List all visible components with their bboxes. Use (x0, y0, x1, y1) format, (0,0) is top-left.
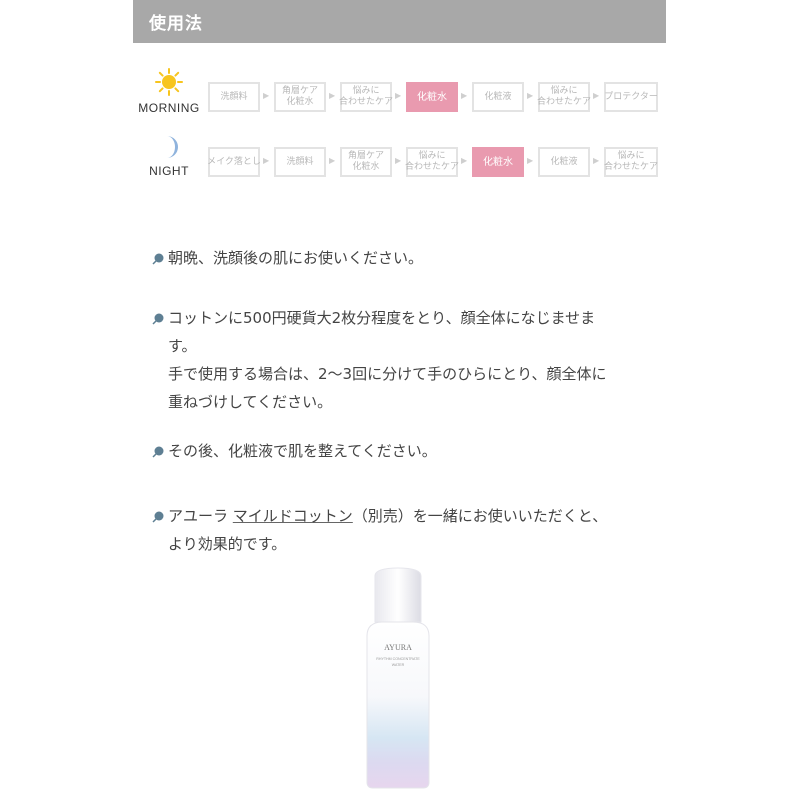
chevron-right-icon: ▶ (329, 156, 336, 165)
section-title: 使用法 (149, 14, 203, 34)
morning-label: MORNING (138, 101, 200, 115)
chevron-right-icon: ▶ (395, 156, 402, 165)
chevron-right-icon: ▶ (263, 156, 270, 165)
instruction-item: コットンに500円硬貨大2枚分程度をとり、顔全体になじませま す。 手で使用する… (152, 304, 607, 416)
leaf-bullet-icon (152, 313, 164, 325)
instruction-prefix: アユーラ (168, 507, 233, 525)
product-brand: AYURA (384, 643, 412, 652)
mild-cotton-link[interactable]: マイルドコットン (233, 507, 353, 525)
instruction-text: その後、化粧液で肌を整えてください。 (168, 442, 437, 460)
morning-step: 洗顔料 (208, 82, 260, 112)
morning-step: 角層ケア 化粧水 (274, 82, 326, 112)
chevron-right-icon: ▶ (329, 91, 336, 100)
morning-step: 化粧液 (472, 82, 524, 112)
morning-step: 悩みに 合わせたケア (537, 82, 591, 112)
instruction-text: アユーラ マイルドコットン（別売）を一緒にお使いいただくと、 より効果的です。 (168, 502, 607, 558)
moon-icon (167, 136, 178, 158)
product-name-line1: RHYTHM CONCENTRATE (376, 657, 420, 661)
leaf-bullet-icon (152, 446, 164, 458)
night-label: NIGHT (149, 164, 189, 178)
night-step: 洗顔料 (274, 147, 326, 177)
instruction-text: コットンに500円硬貨大2枚分程度をとり、顔全体になじませま す。 手で使用する… (168, 309, 607, 411)
night-step: 角層ケア 化粧水 (340, 147, 392, 177)
morning-step: 悩みに 合わせたケア (339, 82, 393, 112)
night-routine: NIGHT メイク落とし ▶ 洗顔料 ▶ 角層ケア 化粧水 ▶ 悩みに 合わせた… (133, 135, 666, 185)
product-name-line2: WATER (392, 663, 405, 667)
night-step: 悩みに 合わせたケア (604, 147, 658, 177)
product-bottle-image: AYURA RHYTHM CONCENTRATE WATER (366, 567, 430, 789)
chevron-right-icon: ▶ (593, 91, 600, 100)
chevron-right-icon: ▶ (395, 91, 402, 100)
chevron-right-icon: ▶ (461, 91, 468, 100)
morning-step: プロテクター (604, 82, 658, 112)
section-header: 使用法 (133, 0, 666, 43)
instruction-item: アユーラ マイルドコットン（別売）を一緒にお使いいただくと、 より効果的です。 (152, 502, 607, 558)
instruction-item: その後、化粧液で肌を整えてください。 (152, 437, 437, 465)
night-step-active: 化粧水 (472, 147, 524, 177)
night-step: メイク落とし (207, 147, 261, 177)
morning-step-active: 化粧水 (406, 82, 458, 112)
instruction-item: 朝晩、洗顔後の肌にお使いください。 (152, 244, 423, 272)
chevron-right-icon: ▶ (461, 156, 468, 165)
morning-routine: MORNING 洗顔料 ▶ 角層ケア 化粧水 ▶ 悩みに 合わせたケア ▶ 化粧… (133, 68, 666, 120)
chevron-right-icon: ▶ (263, 91, 270, 100)
leaf-bullet-icon (152, 253, 164, 265)
night-step: 化粧液 (538, 147, 590, 177)
night-step: 悩みに 合わせたケア (405, 147, 459, 177)
chevron-right-icon: ▶ (593, 156, 600, 165)
chevron-right-icon: ▶ (527, 156, 534, 165)
leaf-bullet-icon (152, 511, 164, 523)
chevron-right-icon: ▶ (527, 91, 534, 100)
instruction-text: 朝晩、洗顔後の肌にお使いください。 (168, 249, 424, 267)
sun-icon (155, 68, 183, 96)
